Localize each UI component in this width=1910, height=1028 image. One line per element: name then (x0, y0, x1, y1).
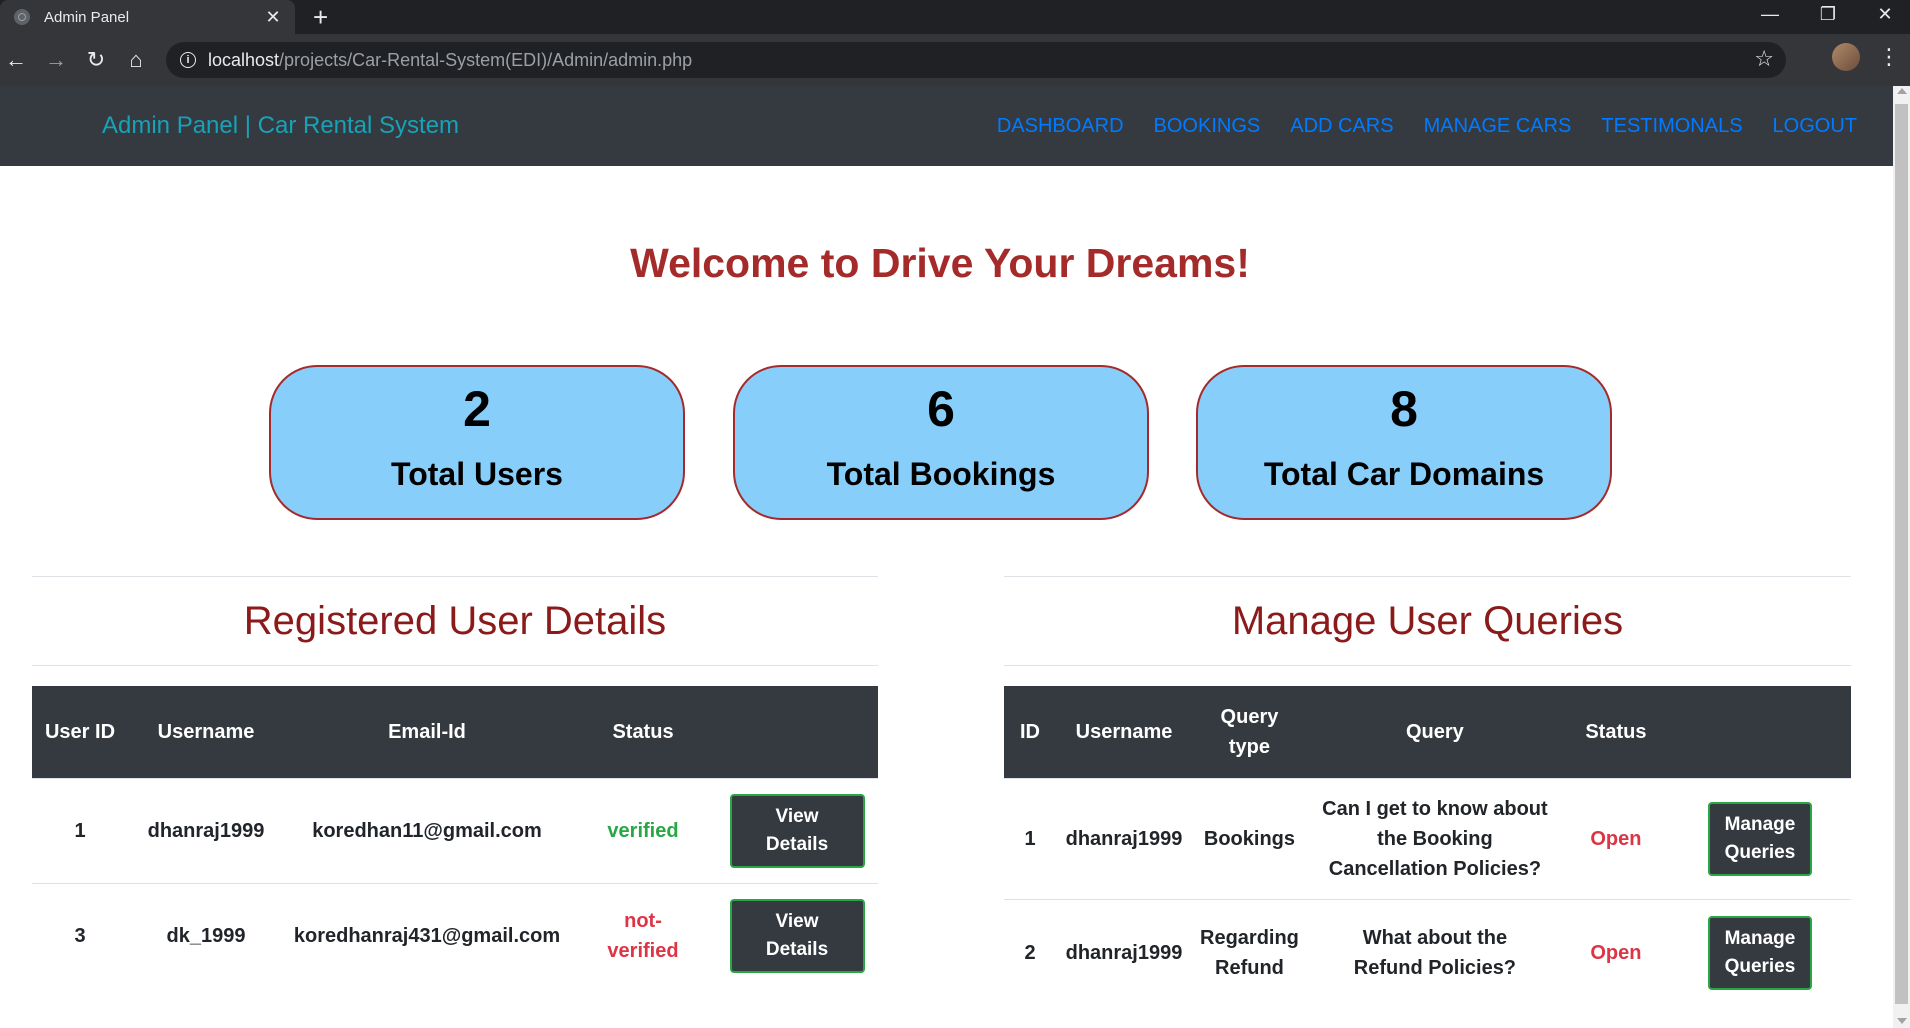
nav-dashboard[interactable]: DASHBOARD (997, 115, 1124, 138)
nav-logout[interactable]: LOGOUT (1773, 115, 1857, 138)
status-badge: Open (1562, 899, 1669, 1006)
close-window-icon[interactable]: ✕ (1870, 4, 1900, 25)
avatar[interactable] (1832, 43, 1860, 71)
nav-add-cars[interactable]: ADD CARS (1290, 115, 1393, 138)
stat-label: Total Users (391, 456, 563, 492)
col-action (1668, 686, 1851, 779)
stat-card-car-domains: 8 Total Car Domains (1196, 365, 1612, 520)
welcome-heading: Welcome to Drive Your Dreams! (630, 240, 1250, 286)
col-action (716, 686, 878, 779)
restore-icon[interactable]: ❐ (1813, 4, 1843, 25)
url-path: /projects/Car-Rental-System(EDI)/Admin/a… (279, 49, 693, 70)
nav-testimonals[interactable]: TESTIMONALS (1601, 115, 1742, 138)
queries-table: ID Username Query type Query Status 1 dh… (1004, 686, 1851, 1006)
brand-title[interactable]: Admin Panel | Car Rental System (102, 112, 459, 140)
col-status: Status (570, 686, 716, 779)
reload-icon[interactable]: ↻ (82, 46, 110, 74)
minimize-icon[interactable]: — (1755, 4, 1785, 25)
email: koredhanraj431@gmail.com (284, 883, 570, 989)
stat-value: 6 (927, 381, 955, 437)
query-text: Can I get to know about the Booking Canc… (1306, 778, 1563, 900)
scroll-down-icon[interactable] (1897, 1018, 1907, 1024)
stat-card-users: 2 Total Users (269, 365, 685, 520)
table-row: 2 dhanraj1999 Regarding Refund What abou… (1004, 899, 1851, 1006)
browser-tab-strip: Admin Panel ✕ + — ❐ ✕ (0, 0, 1910, 34)
status-badge: not-verified (570, 883, 716, 989)
query-id: 1 (1004, 778, 1056, 900)
users-panel: Registered User Details User ID Username… (32, 576, 878, 989)
home-icon[interactable]: ⌂ (122, 46, 150, 74)
kebab-menu-icon[interactable]: ⋮ (1878, 44, 1900, 70)
query-id: 2 (1004, 899, 1056, 1006)
stat-label: Total Bookings (826, 456, 1056, 492)
status-badge: verified (570, 778, 716, 884)
status-badge: Open (1562, 778, 1669, 900)
email: koredhan11@gmail.com (284, 778, 570, 884)
username: dk_1999 (128, 883, 284, 989)
view-details-button[interactable]: View Details (729, 899, 865, 974)
action-cell: View Details (716, 778, 878, 884)
url-host: localhost (208, 49, 280, 70)
col-username: Username (1056, 686, 1192, 779)
manage-queries-button[interactable]: Manage Queries (1707, 802, 1812, 876)
browser-tab[interactable]: Admin Panel ✕ (0, 0, 295, 34)
nav-manage-cars[interactable]: MANAGE CARS (1424, 115, 1572, 138)
action-cell: Manage Queries (1668, 899, 1851, 1006)
scroll-thumb[interactable] (1895, 104, 1908, 1004)
divider (1004, 665, 1851, 666)
username: dhanraj1999 (128, 778, 284, 884)
star-icon[interactable]: ☆ (1754, 46, 1774, 72)
forward-arrow-icon[interactable]: → (42, 46, 70, 74)
col-status: Status (1562, 686, 1669, 779)
col-query: Query (1306, 686, 1563, 779)
query-type: Regarding Refund (1192, 899, 1307, 1006)
page-scrollbar[interactable] (1893, 86, 1910, 1028)
user-id: 3 (32, 883, 128, 989)
nav-links: DASHBOARD BOOKINGS ADD CARS MANAGE CARS … (997, 115, 1857, 138)
queries-panel: Manage User Queries ID Username Query ty… (1004, 576, 1851, 1006)
col-id: ID (1004, 686, 1056, 779)
table-row: 3 dk_1999 koredhanraj431@gmail.com not-v… (32, 883, 878, 989)
manage-queries-button[interactable]: Manage Queries (1707, 915, 1812, 990)
query-text: What about the Refund Policies? (1306, 899, 1563, 1006)
users-panel-title: Registered User Details (243, 599, 667, 643)
divider (32, 665, 878, 666)
col-user-id: User ID (32, 686, 128, 779)
col-query-type: Query type (1192, 686, 1307, 779)
browser-toolbar: ← → ↻ ⌂ i localhost /projects/Car-Rental… (0, 34, 1910, 86)
stat-value: 2 (463, 381, 491, 437)
plus-icon[interactable]: + (313, 2, 328, 33)
username: dhanraj1999 (1056, 899, 1192, 1006)
col-email: Email-Id (284, 686, 570, 779)
col-username: Username (128, 686, 284, 779)
address-bar[interactable]: i localhost /projects/Car-Rental-System(… (166, 42, 1786, 78)
nav-bookings[interactable]: BOOKINGS (1154, 115, 1261, 138)
view-details-button[interactable]: View Details (729, 794, 865, 868)
users-table: User ID Username Email-Id Status 1 dhanr… (32, 686, 878, 989)
stat-label: Total Car Domains (1263, 456, 1545, 492)
queries-panel-title: Manage User Queries (1231, 599, 1624, 643)
action-cell: View Details (716, 883, 878, 989)
query-type: Bookings (1192, 778, 1307, 900)
username: dhanraj1999 (1056, 778, 1192, 900)
globe-icon (14, 9, 30, 25)
back-arrow-icon[interactable]: ← (2, 46, 30, 74)
info-icon[interactable]: i (180, 52, 196, 68)
tab-title: Admin Panel (44, 8, 130, 26)
action-cell: Manage Queries (1668, 778, 1851, 900)
close-icon[interactable]: ✕ (263, 7, 283, 28)
user-id: 1 (32, 778, 128, 884)
stat-value: 8 (1390, 381, 1418, 437)
table-row: 1 dhanraj1999 Bookings Can I get to know… (1004, 778, 1851, 900)
stat-card-bookings: 6 Total Bookings (733, 365, 1149, 520)
scroll-up-icon[interactable] (1897, 88, 1907, 94)
app-navbar: Admin Panel | Car Rental System DASHBOAR… (0, 86, 1893, 166)
table-row: 1 dhanraj1999 koredhan11@gmail.com verif… (32, 778, 878, 884)
